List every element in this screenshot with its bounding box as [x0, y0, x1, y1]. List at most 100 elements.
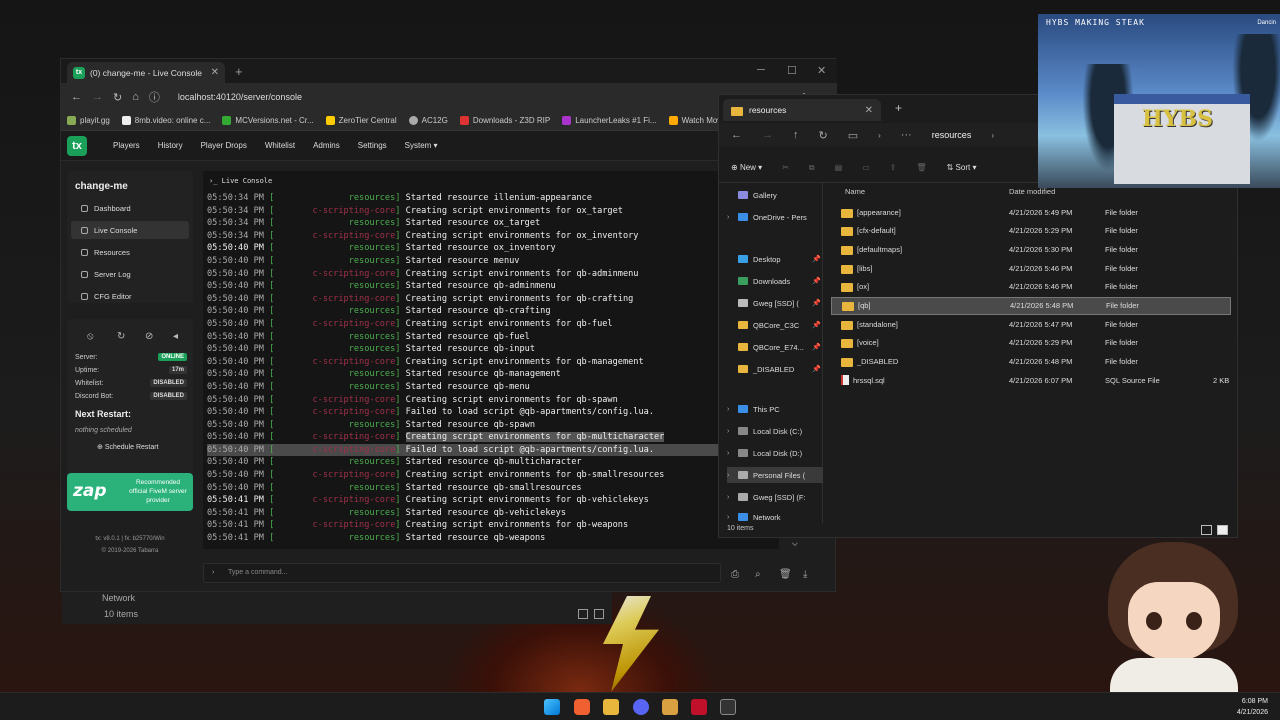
nav-admins[interactable]: Admins — [313, 141, 340, 150]
nav-pane-item[interactable]: › Personal Files ( — [727, 467, 823, 483]
nav-pane-item[interactable]: › Gweg [SSD] (F: — [727, 489, 823, 505]
sidebar-item-server-log[interactable]: Server Log — [71, 265, 189, 283]
bookmark-item[interactable]: MCVersions.net - Cr... — [222, 116, 314, 125]
nav-pane-item[interactable]: QBCore_E74... 📌 — [727, 339, 823, 355]
share-icon[interactable]: ⇪ — [890, 163, 897, 172]
nav-player-drops[interactable]: Player Drops — [201, 141, 247, 150]
bookmark-item[interactable]: playit.gg — [67, 116, 110, 125]
discord-icon[interactable] — [633, 699, 649, 715]
close-tab-icon[interactable]: ✕ — [865, 105, 873, 116]
nav-whitelist[interactable]: Whitelist — [265, 141, 295, 150]
system-clock[interactable]: 6:08 PM 4/21/2026 — [1237, 696, 1268, 718]
nav-pane-item[interactable]: Gallery — [727, 187, 823, 203]
explorer-tab[interactable]: resources ✕ — [723, 99, 881, 121]
details-view-icon[interactable] — [578, 609, 588, 619]
bookmark-item[interactable]: 8mb.video: online c... — [121, 116, 210, 125]
file-row[interactable]: [ox] 4/21/2026 5:46 PM File folder — [831, 278, 1231, 296]
file-row[interactable]: _DISABLED 4/21/2026 5:48 PM File folder — [831, 353, 1231, 371]
nav-pane-item[interactable]: › This PC — [727, 401, 823, 417]
nav-pane-item[interactable]: QBCore_C3C 📌 — [727, 317, 823, 333]
nav-pane-item[interactable]: Desktop 📌 — [727, 251, 823, 267]
live-console-output[interactable]: ›_ Live Console 05:50:34 PM [resources] … — [203, 171, 779, 549]
file-row[interactable]: [qb] 4/21/2026 5:48 PM File folder — [831, 296, 1231, 315]
terminal-icon[interactable] — [720, 699, 736, 715]
refresh-icon[interactable]: ↻ — [819, 129, 828, 142]
minimize-icon[interactable]: ─ — [757, 64, 765, 76]
col-date[interactable]: Date modified — [1009, 187, 1055, 196]
bookmark-item[interactable]: ZeroTier Central — [325, 116, 397, 125]
nav-settings[interactable]: Settings — [358, 141, 387, 150]
back-icon[interactable]: ← — [71, 91, 82, 103]
nav-pane-item[interactable]: › Network — [727, 509, 823, 525]
sidebar-item-resources[interactable]: Resources — [71, 243, 189, 261]
nav-system[interactable]: System ▾ — [405, 141, 438, 150]
chevron-right-icon[interactable]: › — [878, 131, 881, 140]
home-icon[interactable]: ⌂ — [132, 91, 139, 103]
browser-tab[interactable]: tx (0) change-me - Live Console ✕ — [67, 62, 225, 83]
copy-icon[interactable]: ⧉ — [809, 163, 815, 173]
cut-icon[interactable]: ✂ — [782, 163, 789, 172]
nav-pane-item[interactable]: Downloads 📌 — [727, 273, 823, 289]
start-menu-icon[interactable] — [544, 699, 560, 715]
nav-pane-item[interactable]: _DISABLED 📌 — [727, 361, 823, 377]
file-row[interactable]: [standalone] 4/21/2026 5:47 PM File folder — [831, 315, 1231, 333]
col-name[interactable]: Name — [845, 187, 865, 196]
nav-pane-item[interactable]: › Local Disk (D:) — [727, 445, 823, 461]
forward-icon[interactable]: → — [92, 91, 103, 103]
clear-icon[interactable]: 🗑 — [779, 569, 792, 580]
delete-icon[interactable]: 🗑 — [916, 163, 926, 172]
maximize-icon[interactable]: ☐ — [787, 64, 797, 77]
breadcrumb[interactable]: resources — [932, 130, 972, 140]
sidebar-item-dashboard[interactable]: Dashboard — [71, 199, 189, 217]
site-info-icon[interactable]: ⓘ — [149, 89, 160, 105]
tiles-view-icon[interactable] — [594, 609, 604, 619]
file-row[interactable]: [libs] 4/21/2026 5:46 PM File folder — [831, 259, 1231, 277]
bookmark-item[interactable]: AC12G — [408, 116, 448, 125]
sidebar-item-live-console[interactable]: Live Console — [71, 221, 189, 239]
close-tab-icon[interactable]: ✕ — [211, 67, 219, 78]
app-icon-red[interactable] — [691, 699, 707, 715]
brave-browser-icon[interactable] — [574, 699, 590, 715]
app-icon[interactable] — [662, 699, 678, 715]
kick-all-icon[interactable]: ⊘ — [145, 331, 153, 342]
download-icon[interactable]: ⤓ — [803, 569, 807, 580]
new-tab-icon[interactable]: + — [235, 64, 243, 79]
txadmin-logo[interactable]: tx — [67, 135, 87, 156]
file-row[interactable]: hrssql.sql 4/21/2026 6:07 PM SQL Source Fi… — [831, 371, 1231, 389]
url-input[interactable]: localhost:40120/server/console — [178, 92, 302, 102]
restart-server-icon[interactable]: ↻ — [117, 331, 125, 342]
sidebar-item-cfg-editor[interactable]: CFG Editor — [71, 287, 189, 305]
file-row[interactable]: [appearance] 4/21/2026 5:49 PM File folder — [831, 203, 1231, 221]
file-row[interactable]: [voice] 4/21/2026 5:29 PM File folder — [831, 334, 1231, 352]
monitor-icon[interactable]: ▭ — [848, 129, 858, 142]
new-tab-icon[interactable]: + — [895, 101, 902, 115]
reload-icon[interactable]: ↻ — [113, 91, 122, 104]
rename-icon[interactable]: ▭ — [862, 163, 870, 172]
nav-pane-item[interactable]: Gweg [SSD] (📌 — [727, 295, 823, 311]
nav-pane-item[interactable]: › Local Disk (C:) — [727, 423, 823, 439]
announce-icon[interactable]: ◂ — [173, 331, 178, 342]
nav-players[interactable]: Players — [113, 141, 140, 150]
sort-button[interactable]: ⇅ Sort ▾ — [947, 163, 977, 172]
up-icon[interactable]: ↑ — [793, 129, 799, 141]
back-icon[interactable]: ← — [731, 129, 742, 141]
bookmark-item[interactable]: Downloads - Z3D RIP — [459, 116, 550, 125]
zap-hosting-banner[interactable]: zap Recommended official FiveM server pr… — [67, 473, 193, 511]
file-row[interactable]: [cfx-default] 4/21/2026 5:29 PM File folde… — [831, 222, 1231, 240]
nav-history[interactable]: History — [158, 141, 183, 150]
bookmark-item[interactable]: LauncherLeaks #1 Fi... — [562, 116, 657, 125]
ghost-network-label[interactable]: Network — [102, 593, 135, 603]
command-input[interactable]: › Type a command... — [203, 563, 721, 583]
search-icon[interactable]: ⌕ — [755, 569, 761, 580]
nav-pane-item[interactable]: › OneDrive - Pers — [727, 209, 823, 225]
new-button[interactable]: ⊕ New ▾ — [731, 163, 762, 172]
stop-server-icon[interactable]: ⦸ — [87, 331, 94, 342]
schedule-restart-button[interactable]: ⊕ Schedule Restart — [97, 443, 159, 451]
close-window-icon[interactable]: ✕ — [817, 64, 826, 77]
paste-icon[interactable]: ▤ — [835, 163, 843, 172]
bookmark-item[interactable]: Watch Mov — [668, 116, 721, 125]
chevron-right-icon[interactable]: › — [991, 131, 994, 140]
save-icon[interactable]: ⎙ — [731, 569, 739, 580]
overflow-icon[interactable]: ··· — [901, 129, 912, 141]
file-row[interactable]: [defaultmaps] 4/21/2026 5:30 PM File folde… — [831, 240, 1231, 258]
